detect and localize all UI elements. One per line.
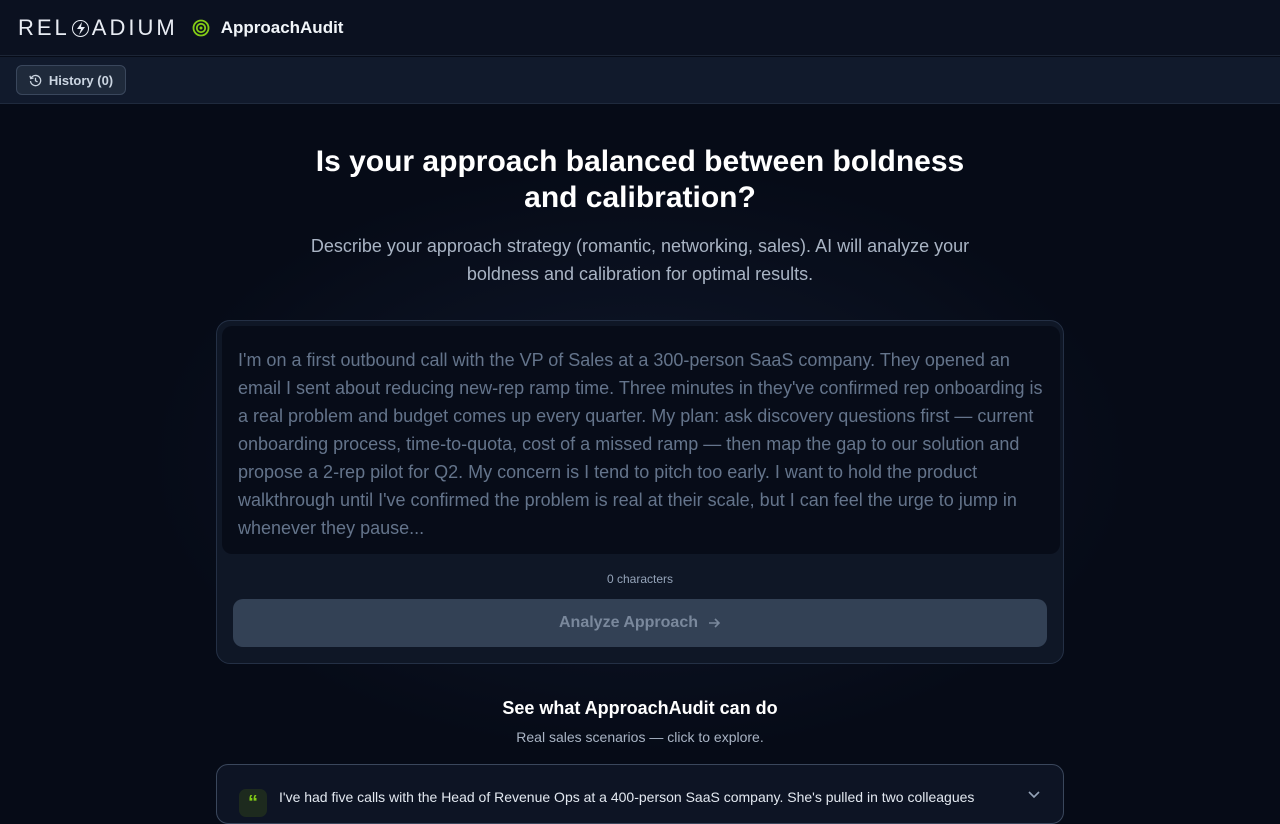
- title-line-1: Is your approach balanced between boldne…: [315, 145, 965, 178]
- brand-text-right: ADIUM: [91, 14, 178, 40]
- examples-title: See what ApproachAudit can do: [502, 698, 778, 718]
- analyze-button-label: Analyze Approach: [559, 614, 698, 631]
- example-text: I've had five calls with the Head of Rev…: [279, 789, 975, 805]
- arrow-right-icon: [709, 618, 721, 628]
- page-title: Is your approach balanced between boldne…: [0, 144, 1280, 216]
- subtitle-line-2: boldness and calibration for optimal res…: [466, 264, 814, 284]
- history-icon: [29, 74, 42, 86]
- history-label: History (0): [48, 72, 114, 88]
- examples-subtitle: Real sales scenarios — click to explore.: [516, 729, 764, 745]
- approach-input-card: 0 characters Analyze Approach: [216, 320, 1064, 664]
- target-icon: [192, 19, 210, 36]
- brand-text-left: REL: [18, 14, 70, 40]
- analyze-approach-button[interactable]: Analyze Approach: [233, 599, 1047, 647]
- quote-icon: “: [239, 789, 267, 817]
- approach-textarea[interactable]: [222, 326, 1060, 554]
- bolt-icon: [71, 20, 89, 37]
- subtitle-line-1: Describe your approach strategy (romanti…: [310, 236, 970, 256]
- history-button[interactable]: History (0): [16, 65, 126, 95]
- top-bar: REL ADIUM ApproachAudit: [0, 0, 1280, 56]
- reloadium-logo[interactable]: REL ADIUM: [18, 15, 178, 41]
- character-count: 0 characters: [606, 572, 674, 586]
- title-line-2: and calibration?: [524, 181, 756, 214]
- chevron-down-icon: [1028, 791, 1040, 799]
- example-scenario-card[interactable]: “ I've had five calls with the Head of R…: [216, 764, 1064, 824]
- page-subtitle: Describe your approach strategy (romanti…: [0, 232, 1280, 288]
- toolbar: History (0): [0, 57, 1280, 104]
- app-name: ApproachAudit: [220, 17, 344, 37]
